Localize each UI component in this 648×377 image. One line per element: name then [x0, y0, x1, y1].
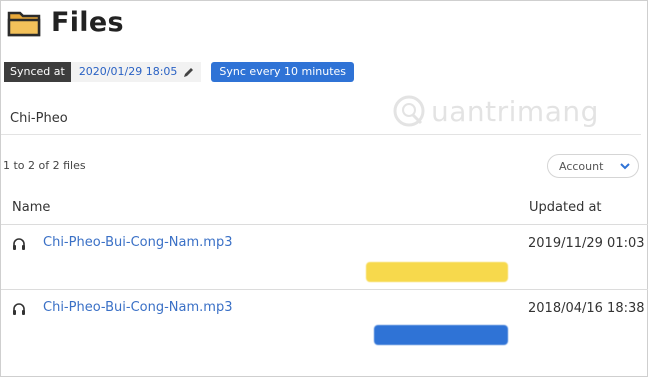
headphones-icon: [13, 303, 25, 315]
watermark: uantrimang: [391, 93, 599, 129]
updated-date: 2018/04/16 18:38: [528, 301, 645, 316]
table-row[interactable]: Chi-Pheo-Bui-Cong-Nam.mp3 2019/11/29 01:…: [1, 225, 648, 289]
account-filter-label: Account: [559, 159, 604, 173]
table-row[interactable]: Chi-Pheo-Bui-Cong-Nam.mp3 2018/04/16 18:…: [1, 290, 648, 354]
bulb-icon: [393, 95, 425, 127]
file-link[interactable]: Chi-Pheo-Bui-Cong-Nam.mp3: [43, 235, 232, 250]
sync-status-bar: Synced at 2020/01/29 18:05 Sync every 10…: [4, 62, 355, 82]
account-filter-select[interactable]: Account: [547, 154, 639, 178]
search-input-value[interactable]: Chi-Pheo: [10, 111, 68, 126]
file-link[interactable]: Chi-Pheo-Bui-Cong-Nam.mp3: [43, 300, 232, 315]
results-count: 1 to 2 of 2 files: [3, 159, 86, 172]
watermark-text: uantrimang: [431, 94, 599, 128]
owner-tag-redacted: [366, 262, 508, 282]
updated-date: 2019/11/29 01:03: [528, 236, 645, 251]
synced-timestamp[interactable]: 2020/01/29 18:05: [70, 62, 202, 82]
headphones-icon: [13, 238, 25, 250]
page-title: Files: [51, 7, 124, 38]
column-header-name[interactable]: Name: [12, 200, 50, 215]
owner-tag-redacted: [374, 325, 508, 345]
synced-label: Synced at: [4, 62, 71, 82]
synced-timestamp-text: 2020/01/29 18:05: [78, 65, 178, 78]
folder-icon: [7, 11, 41, 36]
column-header-updated[interactable]: Updated at: [529, 200, 602, 215]
page-header: Files: [7, 7, 124, 38]
sync-interval-button[interactable]: Sync every 10 minutes: [211, 62, 355, 82]
chevron-down-icon: [620, 163, 630, 170]
pencil-icon[interactable]: [183, 66, 195, 78]
